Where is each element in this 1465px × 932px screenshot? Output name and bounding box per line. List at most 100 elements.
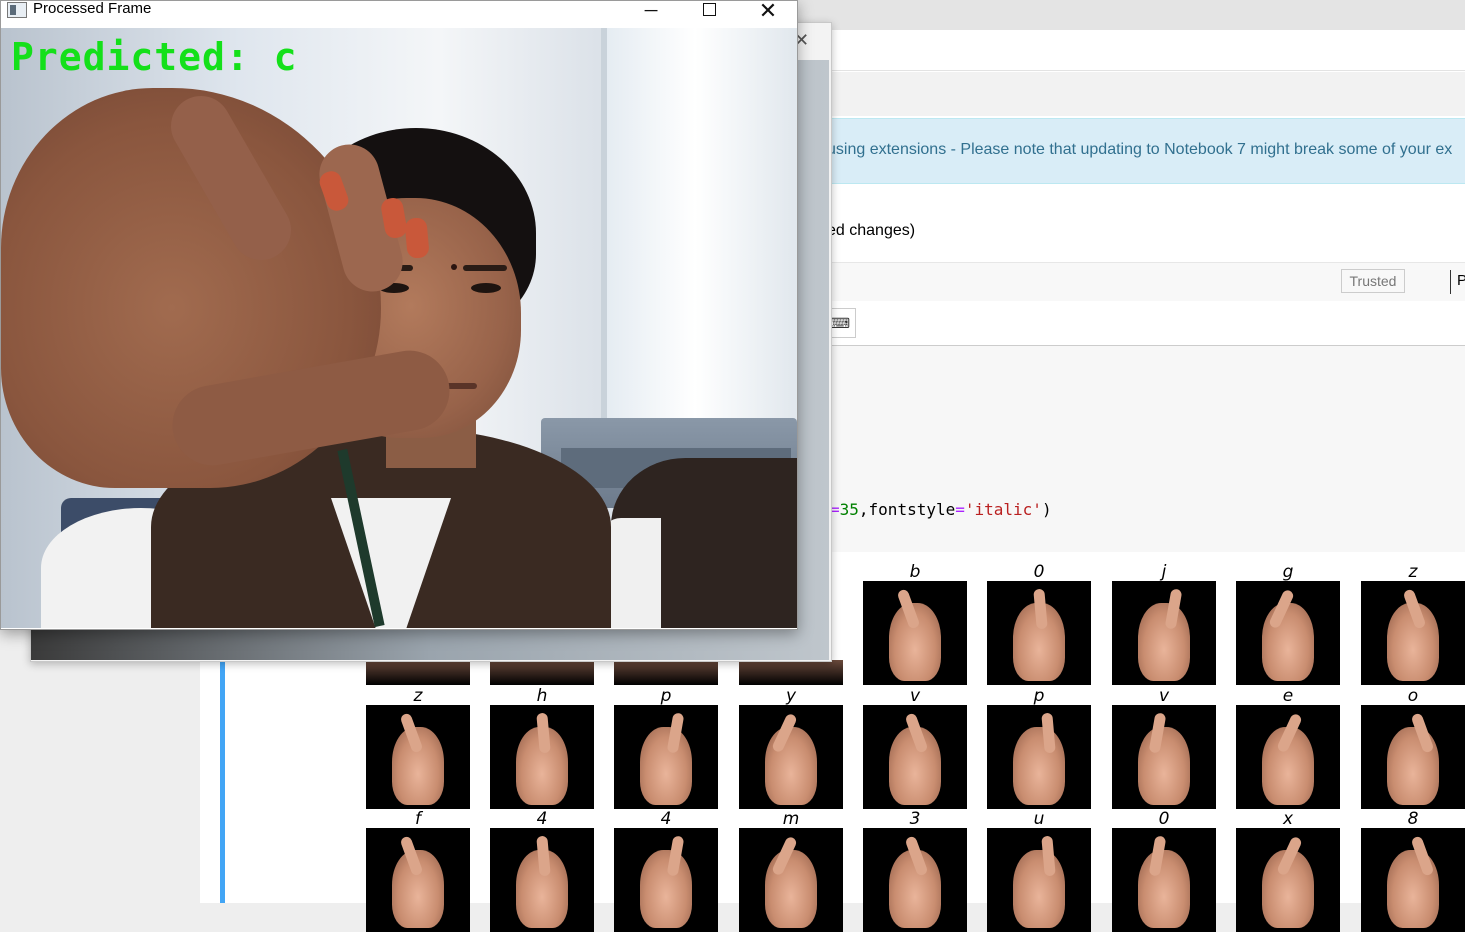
sign-label: h	[536, 686, 548, 706]
close-button[interactable]: ✕	[745, 0, 791, 24]
hand-shape	[765, 727, 817, 805]
sign-label: 4	[536, 809, 548, 829]
code-op-eq-2: =	[955, 500, 965, 519]
sign-hand-image	[614, 828, 718, 932]
hand-shape	[1138, 727, 1190, 805]
sign-label: j	[1161, 562, 1167, 582]
sign-hand-image	[366, 828, 470, 932]
sign-label: x	[1282, 809, 1294, 829]
maximize-icon	[702, 3, 716, 16]
sign-hand-image	[1236, 828, 1340, 932]
app-icon	[7, 2, 27, 18]
sign-label: p	[1033, 686, 1045, 706]
sign-label: v	[909, 686, 921, 706]
hand-shape	[640, 850, 692, 928]
sign-hand-image	[490, 828, 594, 932]
notebook-url-bar[interactable]	[820, 34, 1465, 71]
sign-label: g	[1282, 562, 1294, 582]
sign-hand-image	[863, 705, 967, 809]
sign-hand-image	[490, 705, 594, 809]
sign-hand-image	[1361, 705, 1465, 809]
hand-shape	[1013, 727, 1065, 805]
sign-hand-image	[987, 828, 1091, 932]
code-string: 'italic'	[964, 500, 1042, 519]
code-kwarg: ,fontstyle	[858, 500, 956, 519]
hand-shape	[765, 850, 817, 928]
prediction-overlay-text: Predicted: c	[11, 35, 298, 79]
sign-hand-image	[863, 581, 967, 685]
hand-shape	[1013, 850, 1065, 928]
hand-finger	[1033, 588, 1048, 630]
window-title: Processed Frame	[33, 0, 152, 17]
sign-label: 4	[660, 809, 672, 829]
sign-hand-image-partial	[739, 660, 843, 685]
hand-shape	[1387, 727, 1439, 805]
hand-shape	[1387, 850, 1439, 928]
window-titlebar[interactable]: Processed Frame ─ ✕	[1, 1, 797, 28]
sign-hand-image-partial	[366, 660, 470, 685]
code-close-paren: )	[1041, 500, 1052, 519]
keyboard-icon: ⌨	[829, 315, 851, 331]
sign-label: o	[1407, 686, 1419, 706]
maximize-button[interactable]	[686, 1, 732, 24]
hand-finger	[1041, 835, 1056, 877]
minimize-icon: ─	[644, 0, 658, 20]
sign-label: e	[1282, 686, 1294, 706]
sign-hand-image	[987, 581, 1091, 685]
sign-hand-image	[1112, 581, 1216, 685]
save-status: ed changes)	[827, 222, 916, 239]
sign-label: y	[785, 686, 797, 706]
sign-hand-image-partial	[490, 660, 594, 685]
sign-hand-image	[987, 705, 1091, 809]
sign-hand-image	[1236, 705, 1340, 809]
sign-label: 3	[909, 809, 921, 829]
sign-label: z	[413, 686, 423, 706]
sign-hand-image	[863, 828, 967, 932]
notebook-nav-area	[820, 72, 1465, 116]
code-cell-input[interactable]	[830, 346, 1465, 553]
sign-label: 8	[1407, 809, 1419, 829]
minimize-button[interactable]: ─	[628, 0, 674, 24]
sign-hand-image	[366, 705, 470, 809]
processed-frame-window[interactable]: Processed Frame ─ ✕ Predicted: c	[0, 0, 798, 630]
hand-finger	[1041, 712, 1056, 754]
person-brow-right	[463, 265, 507, 271]
hand-shape	[1262, 603, 1314, 681]
sign-label: z	[1408, 562, 1418, 582]
hand-shape	[1138, 850, 1190, 928]
hand-shape	[1138, 603, 1190, 681]
sign-hand-image	[614, 705, 718, 809]
sign-hand-image	[1361, 581, 1465, 685]
webcam-frame: Predicted: c	[1, 28, 797, 628]
sign-hand-image	[739, 705, 843, 809]
hand-finger	[536, 712, 551, 754]
sign-hand-image	[1236, 581, 1340, 685]
fingernail	[404, 217, 430, 259]
sign-hand-image	[1112, 828, 1216, 932]
sign-hand-image	[1361, 828, 1465, 932]
sign-label: 0	[1158, 809, 1170, 829]
kernel-separator	[1450, 270, 1451, 294]
close-icon: ✕	[758, 0, 778, 23]
sign-label: v	[1158, 686, 1170, 706]
notebook-toolbar	[820, 301, 1465, 346]
sign-hand-image	[739, 828, 843, 932]
sign-label: u	[1033, 809, 1045, 829]
kernel-indicator[interactable]: P	[1457, 272, 1465, 289]
person-eye-right	[471, 283, 501, 293]
code-number: 35	[839, 500, 859, 519]
sign-hand-image	[1112, 705, 1216, 809]
code-line: =35,fontstyle='italic')	[830, 500, 1052, 519]
notebook-7-alert: using extensions - Please note that upda…	[820, 118, 1465, 184]
hand-shape	[640, 727, 692, 805]
sign-label: f	[415, 809, 421, 829]
person-bindi	[451, 264, 457, 270]
scene-window	[601, 28, 797, 428]
hand-finger	[536, 835, 551, 877]
trusted-indicator[interactable]: Trusted	[1341, 269, 1405, 293]
sign-label: b	[909, 562, 921, 582]
sign-hand-image-partial	[614, 660, 718, 685]
sign-label: 0	[1033, 562, 1045, 582]
sign-label: m	[782, 809, 800, 829]
alert-text: using extensions - Please note that upda…	[827, 141, 1453, 158]
